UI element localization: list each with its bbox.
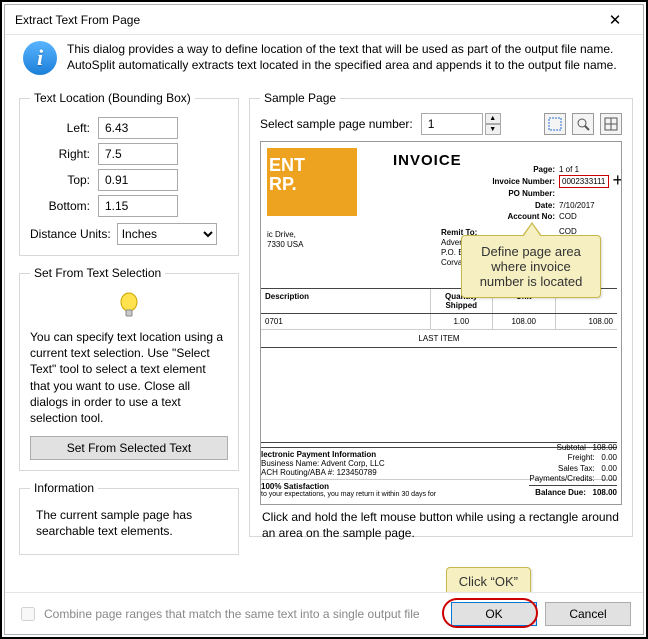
set-from-selection-group: Set From Text Selection You can specify … <box>19 266 239 471</box>
invoice-meta: Page:1 of 1 Invoice Number:0002333111 PO… <box>485 164 609 237</box>
select-area-icon[interactable] <box>544 113 566 135</box>
sample-legend: Sample Page <box>260 91 340 105</box>
page-preview[interactable]: ENT RP. INVOICE Page:1 of 1 Invoice Numb… <box>260 141 622 505</box>
information-legend: Information <box>30 481 98 495</box>
zoom-icon[interactable] <box>572 113 594 135</box>
callout-define-area: Define page area where invoice number is… <box>461 235 601 298</box>
page-down-icon[interactable]: ▼ <box>485 124 501 135</box>
info-banner: i This dialog provides a way to define l… <box>5 35 643 83</box>
info-icon: i <box>23 41 57 75</box>
info-text: This dialog provides a way to define loc… <box>67 41 629 73</box>
seller-address: ic Drive, 7330 USA <box>267 230 303 250</box>
page-number-stepper[interactable]: ▲ ▼ <box>421 113 501 135</box>
combine-checkbox[interactable] <box>21 607 35 621</box>
window-title: Extract Text From Page <box>15 13 140 27</box>
sample-hint: Click and hold the left mouse button whi… <box>260 505 622 541</box>
right-input[interactable] <box>98 143 178 165</box>
set-from-selected-text-button[interactable]: Set From Selected Text <box>30 436 228 460</box>
text-location-group: Text Location (Bounding Box) Left: Right… <box>19 91 239 256</box>
sample-page-group: Sample Page Select sample page number: ▲… <box>249 91 633 537</box>
information-text: The current sample page has searchable t… <box>30 503 228 543</box>
information-group: Information The current sample page has … <box>19 481 239 554</box>
titlebar: Extract Text From Page ✕ <box>5 5 643 35</box>
page-up-icon[interactable]: ▲ <box>485 113 501 124</box>
invoice-totals: Subtotal 108.00 Freight: 0.00 Sales Tax:… <box>529 443 617 498</box>
screenshot-frame: Extract Text From Page ✕ i This dialog p… <box>0 0 648 639</box>
page-number-input[interactable] <box>421 113 483 135</box>
invoice-table: Description Quantity Shipped Unit 0701 1… <box>261 288 617 443</box>
combine-label: Combine page ranges that match the same … <box>44 607 420 621</box>
dialog-window: Extract Text From Page ✕ i This dialog p… <box>4 4 644 635</box>
bulb-icon <box>118 292 140 320</box>
left-label: Left: <box>30 121 90 135</box>
selection-legend: Set From Text Selection <box>30 266 165 280</box>
selection-desc: You can specify text location using a cu… <box>30 329 228 426</box>
units-label: Distance Units: <box>30 227 111 241</box>
sample-select-label: Select sample page number: <box>260 117 413 131</box>
invoice-title: INVOICE <box>393 152 462 216</box>
top-label: Top: <box>30 173 90 187</box>
combine-checkbox-row: Combine page ranges that match the same … <box>17 604 420 624</box>
fit-page-icon[interactable] <box>600 113 622 135</box>
bottom-bar: Combine page ranges that match the same … <box>5 592 643 634</box>
close-icon[interactable]: ✕ <box>595 11 635 29</box>
right-label: Right: <box>30 147 90 161</box>
bottom-input[interactable] <box>98 195 178 217</box>
crosshair-icon: + <box>612 170 622 191</box>
invoice-number-highlight: 0002333111 <box>559 175 609 188</box>
top-input[interactable] <box>98 169 178 191</box>
table-row: 0701 1.00 108.00 108.00 <box>261 314 617 330</box>
units-select[interactable]: Inches <box>117 223 217 245</box>
text-location-legend: Text Location (Bounding Box) <box>30 91 195 105</box>
bottom-label: Bottom: <box>30 199 90 213</box>
cancel-button[interactable]: Cancel <box>545 602 631 626</box>
invoice-logo: ENT RP. <box>267 148 357 216</box>
left-input[interactable] <box>98 117 178 139</box>
ok-button[interactable]: OK <box>451 602 537 626</box>
